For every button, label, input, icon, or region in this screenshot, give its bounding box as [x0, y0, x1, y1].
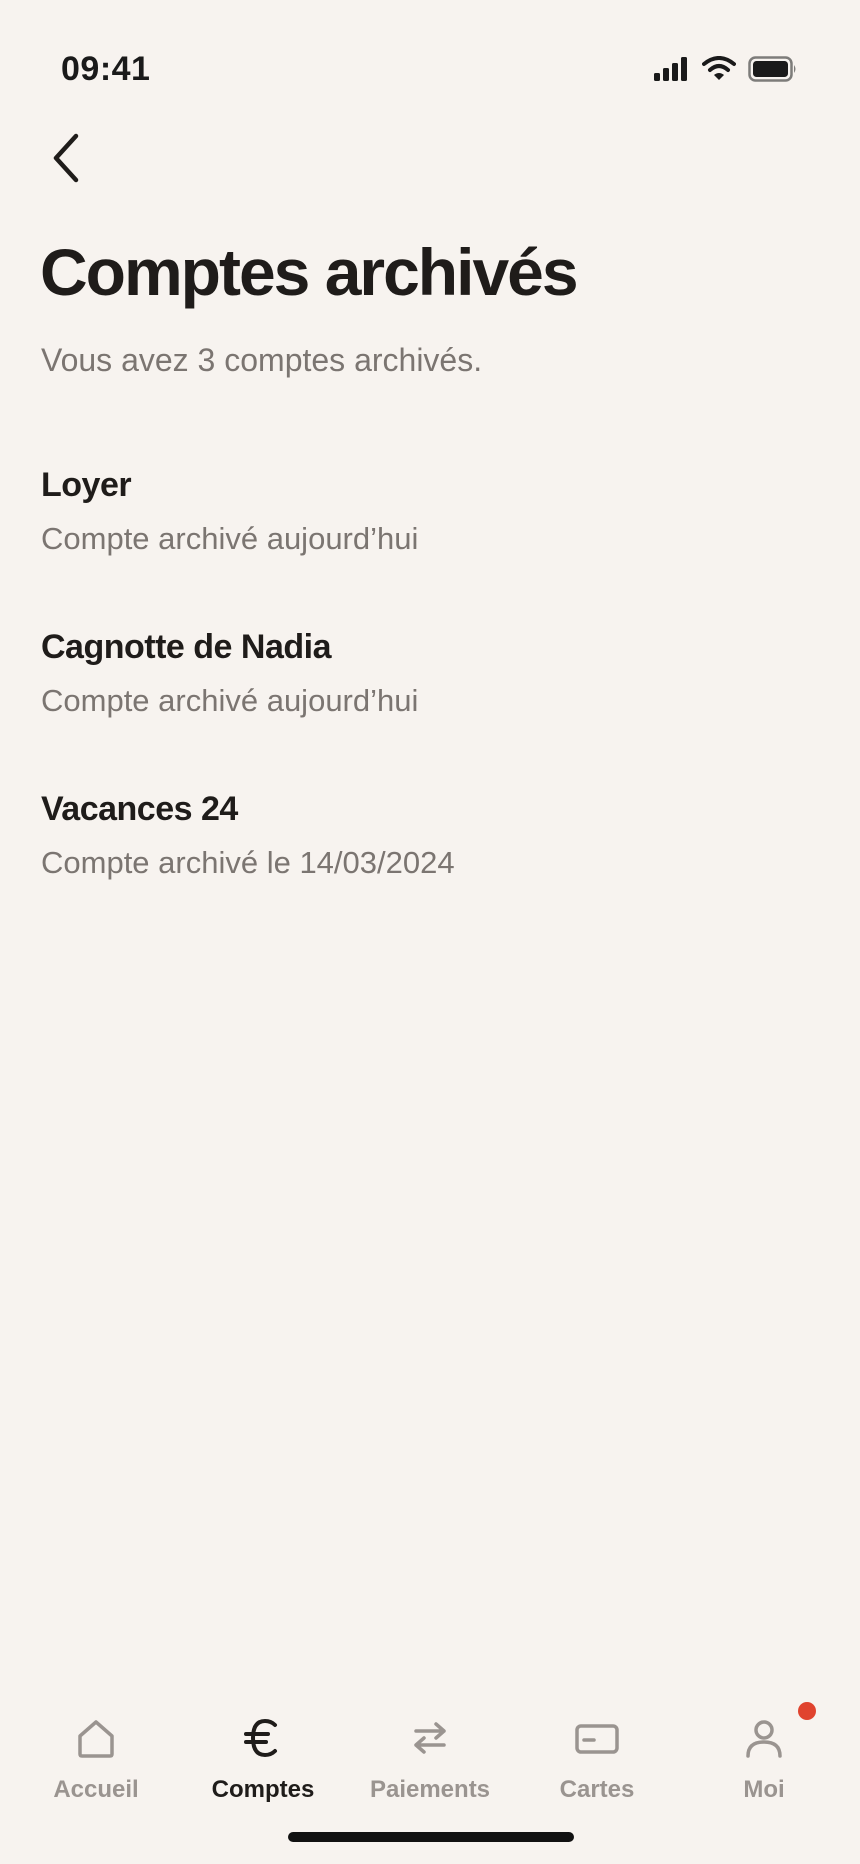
status-bar: 09:41	[0, 0, 860, 120]
archived-accounts-list: Loyer Compte archivé aujourd’hui Cagnott…	[41, 460, 821, 946]
account-archive-status: Compte archivé aujourd’hui	[41, 521, 419, 556]
card-icon	[573, 1714, 621, 1762]
account-item-cagnotte-de-nadia[interactable]: Cagnotte de Nadia Compte archivé aujourd…	[41, 622, 821, 784]
tab-label: Moi	[743, 1776, 785, 1803]
back-button[interactable]	[38, 128, 94, 192]
cellular-signal-icon	[654, 57, 690, 86]
home-icon	[72, 1714, 120, 1762]
status-icons	[654, 56, 798, 87]
tab-label: Comptes	[211, 1776, 315, 1803]
tab-cartes[interactable]: Cartes	[517, 1700, 677, 1820]
tab-label: Paiements	[369, 1776, 491, 1803]
bottom-tab-bar: Accueil Comptes Paiements Cartes Moi	[0, 1700, 860, 1820]
account-item-vacances-24[interactable]: Vacances 24 Compte archivé le 14/03/2024	[41, 784, 821, 946]
tab-moi[interactable]: Moi	[684, 1700, 844, 1820]
battery-icon	[748, 56, 798, 87]
home-indicator[interactable]	[288, 1832, 574, 1842]
tab-label: Accueil	[53, 1776, 139, 1803]
tab-comptes[interactable]: Comptes	[183, 1700, 343, 1820]
account-item-loyer[interactable]: Loyer Compte archivé aujourd’hui	[41, 460, 821, 622]
euro-icon	[239, 1714, 287, 1762]
tab-label: Cartes	[559, 1776, 635, 1803]
account-name: Vacances 24	[41, 790, 238, 828]
tab-paiements[interactable]: Paiements	[350, 1700, 510, 1820]
user-icon	[740, 1714, 788, 1762]
account-archive-status: Compte archivé le 14/03/2024	[41, 845, 455, 880]
page-title: Comptes archivés	[40, 235, 579, 309]
account-name: Cagnotte de Nadia	[41, 628, 331, 666]
status-time: 09:41	[61, 50, 151, 88]
page-subtitle: Vous avez 3 comptes archivés.	[41, 342, 483, 378]
transfer-arrows-icon	[406, 1714, 454, 1762]
tab-accueil[interactable]: Accueil	[16, 1700, 176, 1820]
wifi-icon	[702, 56, 736, 87]
chevron-left-icon	[51, 133, 81, 188]
account-name: Loyer	[41, 466, 132, 504]
account-archive-status: Compte archivé aujourd’hui	[41, 683, 419, 718]
notification-badge	[798, 1702, 816, 1720]
